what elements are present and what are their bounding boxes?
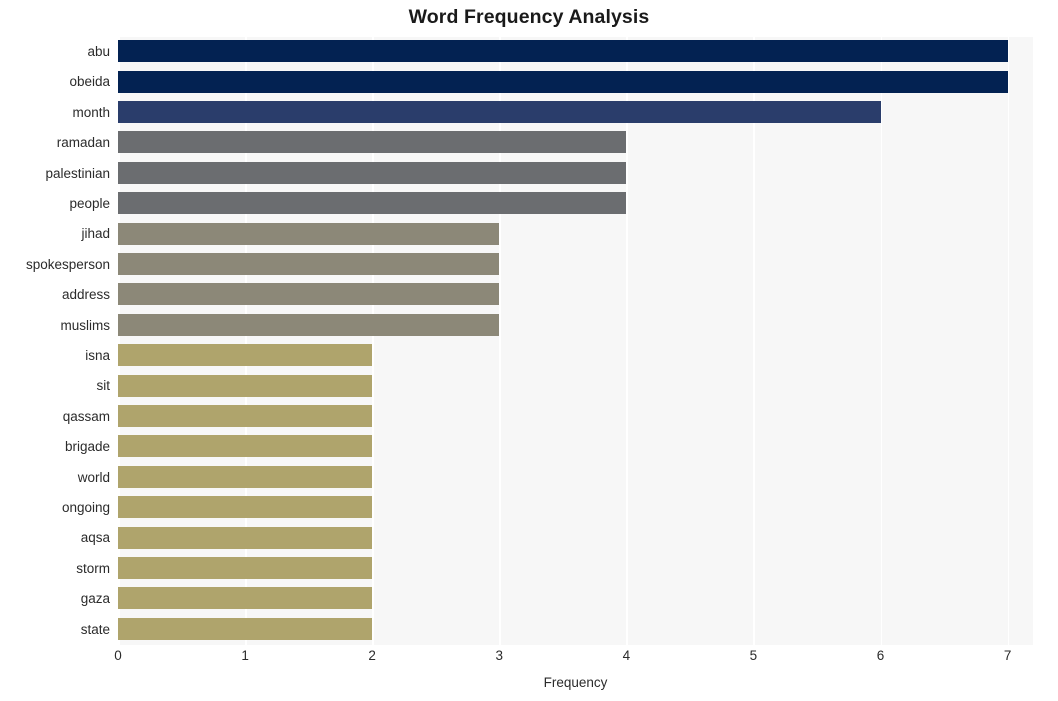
chart-title: Word Frequency Analysis	[408, 6, 650, 28]
bar-address[interactable]	[118, 283, 500, 306]
bar-palestinian[interactable]	[118, 161, 627, 184]
y-tick-label-obeida: obeida	[69, 74, 110, 90]
bar-row	[118, 523, 1033, 553]
bar-row	[118, 128, 1033, 158]
y-tick-label-brigade: brigade	[64, 439, 110, 455]
y-axis-tick-labels: abu obeida month ramadan palestinian people ji…	[0, 37, 110, 645]
y-tick-label-month: month	[72, 104, 110, 120]
y-tick-label-palestinian: palestinian	[45, 165, 110, 181]
bar-people[interactable]	[118, 192, 627, 215]
bar-row	[118, 554, 1033, 584]
bar-storm[interactable]	[118, 557, 373, 580]
x-tick-label-4: 4	[622, 648, 631, 663]
bar-state[interactable]	[118, 617, 373, 640]
y-tick-label-abu: abu	[87, 44, 110, 59]
y-tick-label-address: address	[61, 287, 110, 303]
bar-row	[118, 280, 1033, 310]
bar-ongoing[interactable]	[118, 496, 373, 519]
y-tick-label-sit: sit	[96, 378, 111, 394]
x-tick-label-3: 3	[495, 648, 503, 663]
x-tick-label-5: 5	[749, 648, 758, 663]
y-tick-label-qassam: qassam	[62, 408, 110, 424]
y-tick-label-jihad: jihad	[81, 226, 110, 242]
bar-row	[118, 493, 1033, 523]
x-tick-label-6: 6	[876, 648, 885, 663]
y-tick-label-storm: storm	[76, 560, 110, 576]
bar-abu[interactable]	[118, 40, 1008, 63]
y-tick-label-spokesperson: spokesperson	[25, 256, 110, 272]
y-tick-label-muslims: muslims	[60, 317, 111, 333]
bar-world[interactable]	[118, 465, 373, 488]
bar-row	[118, 371, 1033, 401]
bar-row	[118, 341, 1033, 371]
bar-obeida[interactable]	[118, 70, 1008, 93]
bar-muslims[interactable]	[118, 313, 500, 336]
bar-row	[118, 432, 1033, 462]
bar-row	[118, 67, 1033, 97]
y-tick-label-ramadan: ramadan	[56, 135, 110, 151]
bar-brigade[interactable]	[118, 435, 373, 458]
bar-row	[118, 311, 1033, 341]
plot-area	[118, 37, 1033, 645]
bar-qassam[interactable]	[118, 405, 373, 428]
bar-sit[interactable]	[118, 374, 373, 397]
x-axis-tick-labels: 0 1 2 3 4 5 6 7	[0, 648, 1058, 672]
bar-row	[118, 402, 1033, 432]
bar-row	[118, 615, 1033, 645]
y-tick-label-aqsa: aqsa	[80, 530, 110, 546]
bars-layer	[118, 37, 1033, 645]
x-axis-title: Frequency	[543, 675, 608, 690]
bar-row	[118, 463, 1033, 493]
bar-aqsa[interactable]	[118, 526, 373, 549]
bar-month[interactable]	[118, 101, 881, 124]
x-tick-label-0: 0	[114, 648, 122, 663]
bar-row	[118, 250, 1033, 280]
x-tick-label-7: 7	[1003, 648, 1012, 663]
y-tick-label-people: people	[69, 196, 110, 211]
bar-jihad[interactable]	[118, 222, 500, 245]
bar-gaza[interactable]	[118, 587, 373, 610]
bar-isna[interactable]	[118, 344, 373, 367]
bar-spokesperson[interactable]	[118, 253, 500, 276]
y-tick-label-world: world	[77, 469, 110, 485]
bar-row	[118, 219, 1033, 249]
bar-row	[118, 98, 1033, 128]
bar-ramadan[interactable]	[118, 131, 627, 154]
bar-row	[118, 584, 1033, 614]
y-tick-label-ongoing: ongoing	[61, 500, 110, 515]
x-tick-label-2: 2	[368, 648, 376, 663]
y-tick-label-gaza: gaza	[80, 591, 110, 607]
y-tick-label-state: state	[80, 621, 110, 637]
y-tick-label-isna: isna	[85, 348, 110, 363]
chart-figure: Word Frequency Analysis abu obeida month ra…	[0, 0, 1058, 701]
bar-row	[118, 37, 1033, 67]
x-tick-label-1: 1	[241, 648, 249, 663]
bar-row	[118, 189, 1033, 219]
bar-row	[118, 159, 1033, 189]
